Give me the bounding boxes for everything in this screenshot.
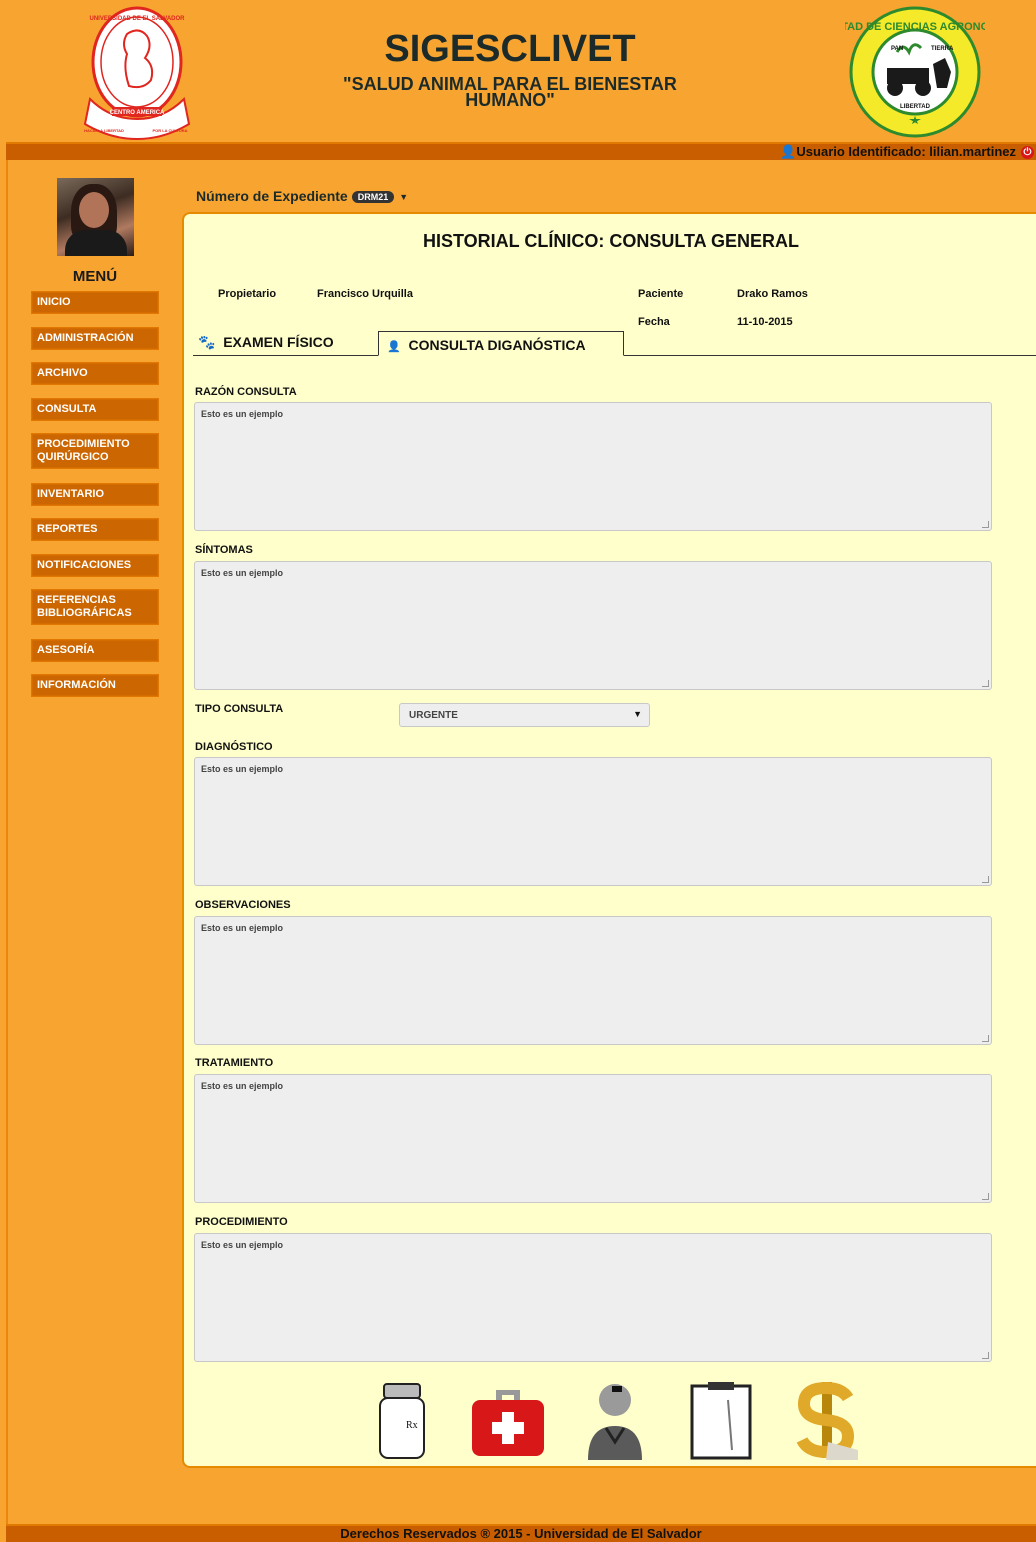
power-icon[interactable]: ⏻: [1021, 146, 1034, 159]
sidebar-item-informacion[interactable]: INFORMACIÓN: [31, 674, 159, 697]
seal-text-centroamerica: CENTRO AMERICA: [110, 110, 165, 116]
tipo-consulta-value: URGENTE: [409, 710, 458, 721]
tab-consulta-diagnostica-label: CONSULTA DIGANÓSTICA: [408, 337, 586, 353]
menu-title: MENÚ: [72, 268, 118, 285]
diagnostico-value: Esto es un ejemplo: [201, 764, 284, 774]
user-identified-label: Usuario Identificado: lilian.martinez: [796, 144, 1016, 159]
observaciones-label: OBSERVACIONES: [195, 899, 291, 911]
sidebar-item-notificaciones[interactable]: NOTIFICACIONES: [31, 554, 159, 577]
sidebar-item-asesoria[interactable]: ASESORÍA: [31, 639, 159, 662]
sintomas-label: SÍNTOMAS: [195, 544, 253, 556]
dollar-icon[interactable]: [794, 1380, 860, 1460]
sidebar-item-reportes[interactable]: REPORTES: [31, 518, 159, 541]
tratamiento-label: TRATAMIENTO: [195, 1057, 274, 1069]
paciente-label: Paciente: [638, 288, 684, 300]
first-aid-kit-icon[interactable]: [468, 1380, 548, 1460]
propietario-label: Propietario: [218, 288, 277, 300]
page-header: CENTRO AMERICA UNIVERSIDAD DE EL SALVADO…: [0, 0, 1036, 142]
faculty-logo-text: FACULTAD DE CIENCIAS AGRONOMICAS: [845, 21, 985, 33]
sidebar-item-inventario[interactable]: INVENTARIO: [31, 483, 159, 506]
prescription-bottle-icon[interactable]: Rx: [374, 1380, 430, 1460]
sintomas-value: Esto es un ejemplo: [201, 568, 284, 578]
observaciones-value: Esto es un ejemplo: [201, 923, 284, 933]
expediente-dropdown[interactable]: Número de Expediente DRM21 ▼: [196, 188, 408, 204]
paw-icon: 🐾: [198, 334, 216, 350]
user-icon: 👤: [780, 144, 797, 159]
resize-grip-icon[interactable]: [982, 680, 989, 687]
faculty-logo-word-tierra: TIERRA: [931, 46, 954, 52]
frame-border: [6, 0, 8, 1542]
procedimiento-label: PROCEDIMIENTO: [195, 1216, 288, 1228]
fecha-value: 11-10-2015: [737, 316, 793, 328]
sidebar-item-consulta[interactable]: CONSULTA: [31, 398, 159, 421]
user-bar: 👤Usuario Identificado: lilian.martinez ⏻: [6, 142, 1036, 160]
rx-label: Rx: [406, 1420, 418, 1431]
tratamiento-value: Esto es un ejemplo: [201, 1081, 284, 1091]
sidebar-item-referencias[interactable]: REFERENCIAS BIBLIOGRÁFICAS: [31, 589, 159, 625]
diagnostico-textarea[interactable]: Esto es un ejemplo: [194, 757, 992, 886]
seal-text-cultura: POR LA CULTURA: [152, 128, 187, 133]
tab-examen-fisico[interactable]: 🐾 EXAMEN FÍSICO: [198, 334, 334, 351]
avatar: [57, 178, 134, 256]
doctor-icon[interactable]: [584, 1380, 646, 1460]
tratamiento-textarea[interactable]: Esto es un ejemplo: [194, 1074, 992, 1203]
tipo-consulta-label: TIPO CONSULTA: [195, 703, 284, 715]
app-title: SIGESCLIVET: [384, 28, 636, 70]
caret-down-icon: ▼: [399, 192, 409, 203]
resize-grip-icon[interactable]: [982, 1193, 989, 1200]
seal-text-university: UNIVERSIDAD DE EL SALVADOR: [89, 16, 185, 22]
procedimiento-value: Esto es un ejemplo: [201, 1240, 284, 1250]
resize-grip-icon[interactable]: [982, 1352, 989, 1359]
action-icons: Rx: [370, 1380, 870, 1462]
resize-grip-icon[interactable]: [982, 521, 989, 528]
resize-grip-icon[interactable]: [982, 1035, 989, 1042]
faculty-logo-word-pan: PAN: [891, 46, 903, 52]
observaciones-textarea[interactable]: Esto es un ejemplo: [194, 916, 992, 1045]
footer: Derechos Reservados ® 2015 - Universidad…: [6, 1524, 1036, 1542]
resize-grip-icon[interactable]: [982, 876, 989, 883]
sidebar-item-procedimiento-quirurgico[interactable]: PROCEDIMIENTO QUIRÚRGICO: [31, 433, 159, 469]
sidebar-item-administracion[interactable]: ADMINISTRACIÓN: [31, 327, 159, 350]
expediente-badge: DRM21: [351, 191, 395, 204]
diagnostico-label: DIAGNÓSTICO: [195, 741, 273, 753]
expediente-label: Número de Expediente: [196, 188, 348, 204]
razon-consulta-textarea[interactable]: Esto es un ejemplo: [194, 402, 992, 531]
fecha-label: Fecha: [638, 316, 670, 328]
page-title: HISTORIAL CLÍNICO: CONSULTA GENERAL: [423, 231, 799, 251]
app-subtitle: "SALUD ANIMAL PARA EL BIENESTAR HUMANO": [343, 74, 677, 110]
tipo-consulta-select[interactable]: URGENTE ▼: [399, 703, 650, 727]
sintomas-textarea[interactable]: Esto es un ejemplo: [194, 561, 992, 690]
faculty-logo: FACULTAD DE CIENCIAS AGRONOMICAS PAN TIE…: [845, 6, 985, 138]
tab-examen-fisico-label: EXAMEN FÍSICO: [223, 334, 334, 350]
paciente-value: Drako Ramos: [737, 288, 808, 300]
sidebar-item-inicio[interactable]: INICIO: [31, 291, 159, 314]
sidebar-item-archivo[interactable]: ARCHIVO: [31, 362, 159, 385]
faculty-logo-word-libertad: LIBERTAD: [900, 104, 931, 110]
propietario-value: Francisco Urquilla: [317, 288, 413, 300]
razon-consulta-value: Esto es un ejemplo: [201, 409, 284, 419]
clipboard-icon[interactable]: [688, 1380, 754, 1460]
procedimiento-textarea[interactable]: Esto es un ejemplo: [194, 1233, 992, 1362]
razon-consulta-label: RAZÓN CONSULTA: [195, 386, 297, 398]
seal-text-libertad: HACIA LA LIBERTAD: [84, 128, 124, 133]
tab-consulta-diagnostica[interactable]: 👤 CONSULTA DIGANÓSTICA: [378, 331, 624, 356]
university-seal-logo: CENTRO AMERICA UNIVERSIDAD DE EL SALVADO…: [83, 6, 191, 141]
select-arrow-icon: ▼: [633, 709, 642, 719]
user-add-icon: 👤: [387, 341, 401, 353]
